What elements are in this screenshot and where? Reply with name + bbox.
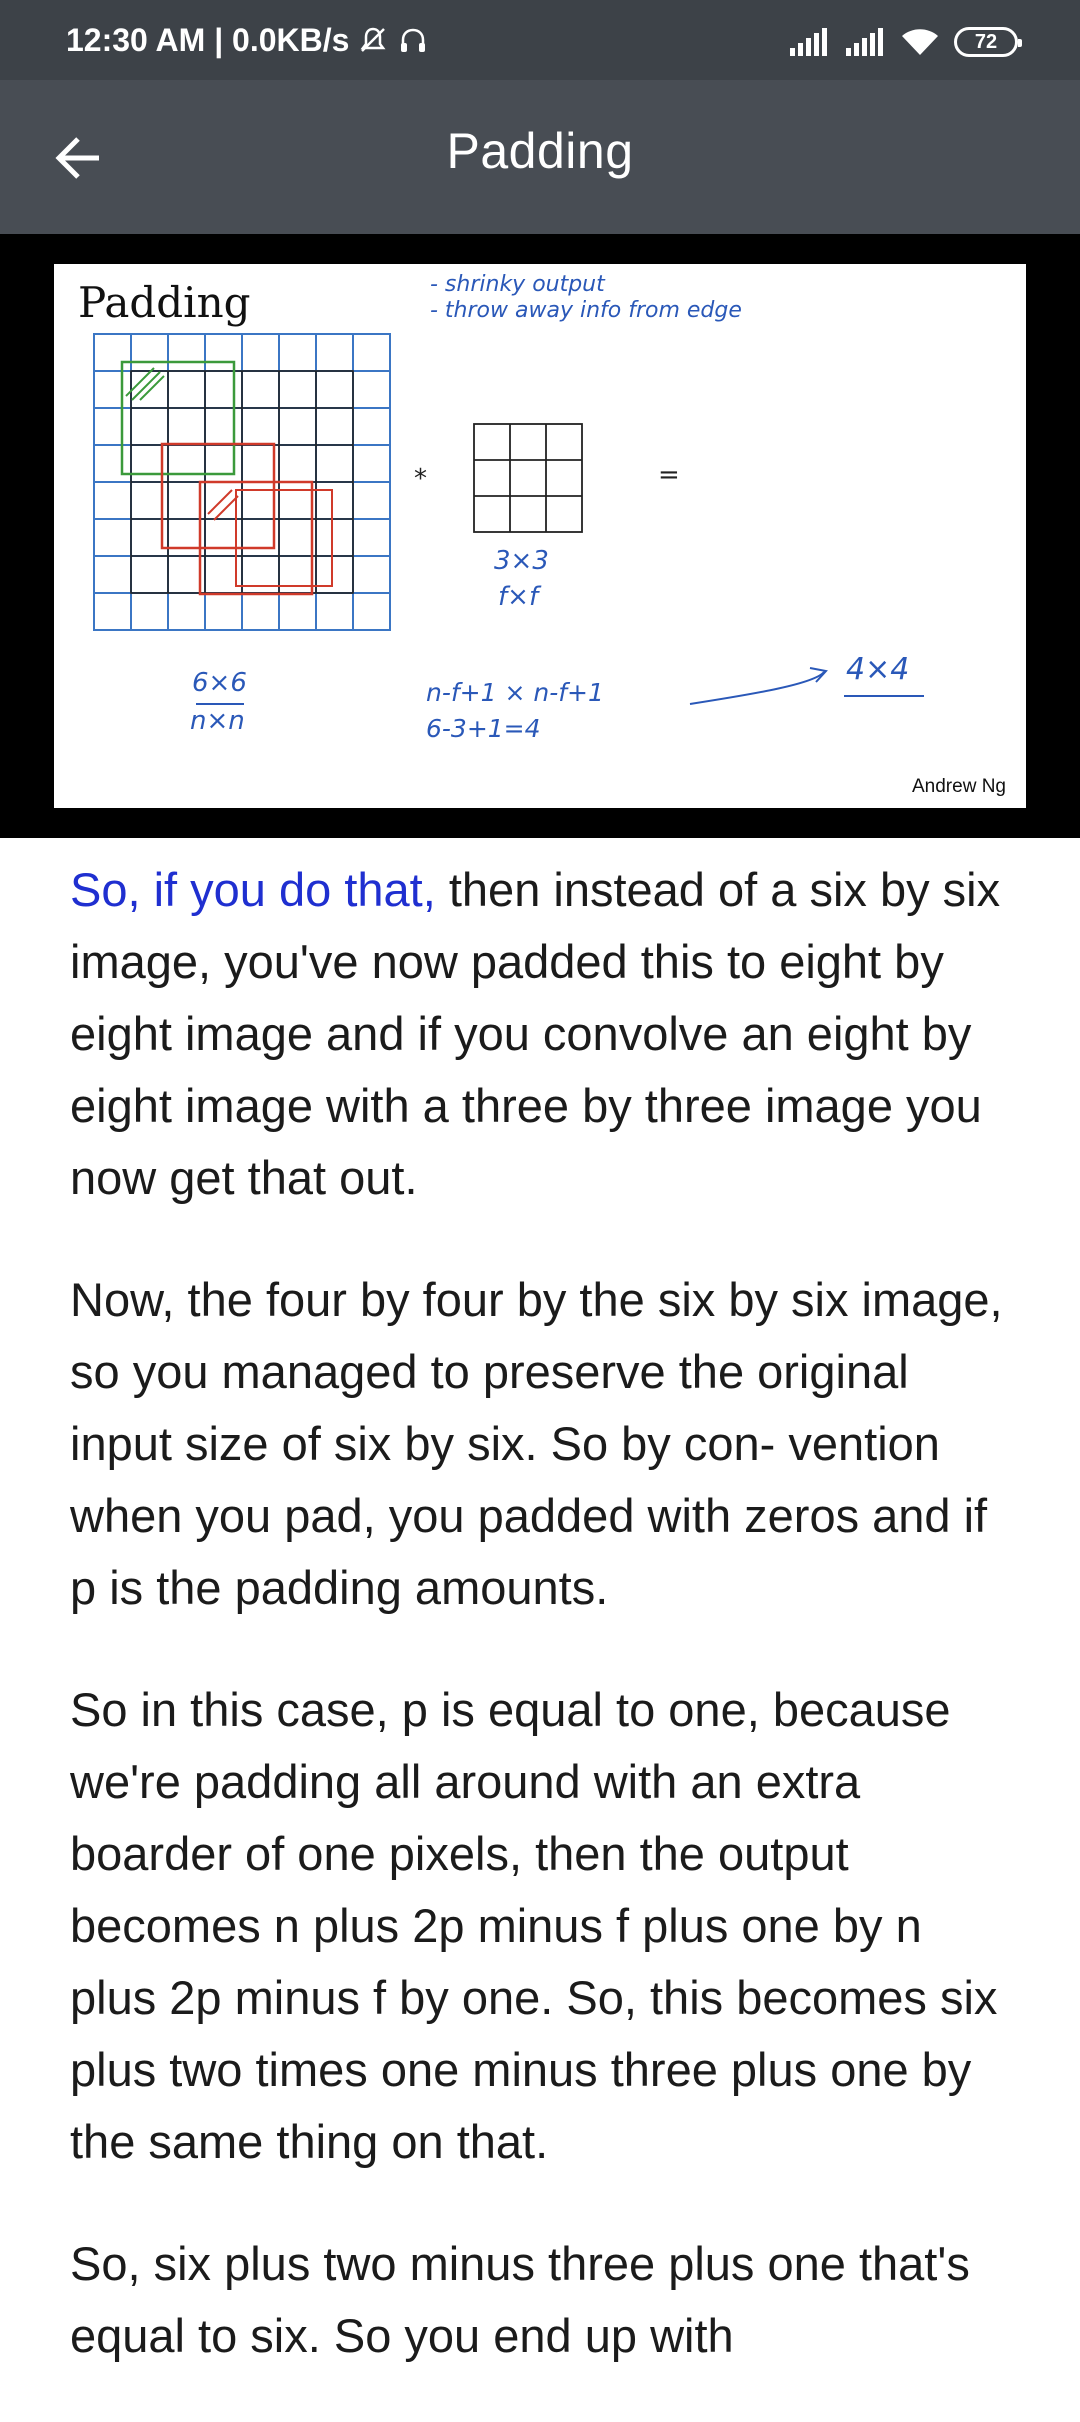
mute-icon	[360, 27, 386, 52]
battery-level: 72	[974, 30, 998, 53]
app-bar: Padding	[0, 80, 1080, 234]
battery-icon: 72	[954, 27, 1022, 57]
lecture-video[interactable]: Padding - shrinky output - throw away in…	[0, 234, 1080, 838]
filter-size-label: 3×3	[494, 546, 549, 576]
conv-operator: *	[414, 464, 427, 494]
headset-icon	[401, 28, 426, 52]
input-size-label: 6×6	[192, 668, 247, 698]
status-time: 12:30 AM | 0.0KB/s	[66, 21, 350, 58]
transcript: So, if you do that, then instead of a si…	[70, 854, 1020, 2422]
slide-note-1: - shrinky output	[430, 272, 605, 297]
signal-icon	[790, 28, 827, 56]
output-size-label: 4×4	[846, 652, 910, 687]
slide-note-2: - throw away info from edge	[430, 298, 742, 323]
output-calc: 6-3+1=4	[426, 714, 541, 743]
signal-icon	[846, 28, 883, 56]
lecture-slide: Padding - shrinky output - throw away in…	[54, 264, 1026, 808]
current-caption-highlight[interactable]: So, if you do that,	[70, 863, 436, 916]
transcript-paragraph[interactable]: So, six plus two minus three plus one th…	[70, 2228, 1020, 2372]
equals-operator: =	[658, 460, 680, 490]
output-formula: n-f+1 × n-f+1	[426, 678, 604, 707]
status-left: 12:30 AM | 0.0KB/s	[66, 18, 429, 62]
transcript-paragraph[interactable]: Now, the four by four by the six by six …	[70, 1264, 1020, 1624]
status-bar: 12:30 AM | 0.0KB/s 72	[0, 0, 1080, 80]
status-right: 72	[788, 22, 1022, 62]
transcript-paragraph: So, if you do that, then instead of a si…	[70, 854, 1020, 1214]
page-title: Padding	[446, 123, 634, 179]
transcript-paragraph[interactable]: So in this case, p is equal to one, beca…	[70, 1674, 1020, 2178]
slide-title: Padding	[78, 278, 251, 327]
wifi-icon	[902, 29, 938, 55]
slide-credit: Andrew Ng	[912, 776, 1006, 797]
filter-dims-label: f×f	[498, 582, 539, 612]
input-dims-label: n×n	[190, 706, 245, 736]
